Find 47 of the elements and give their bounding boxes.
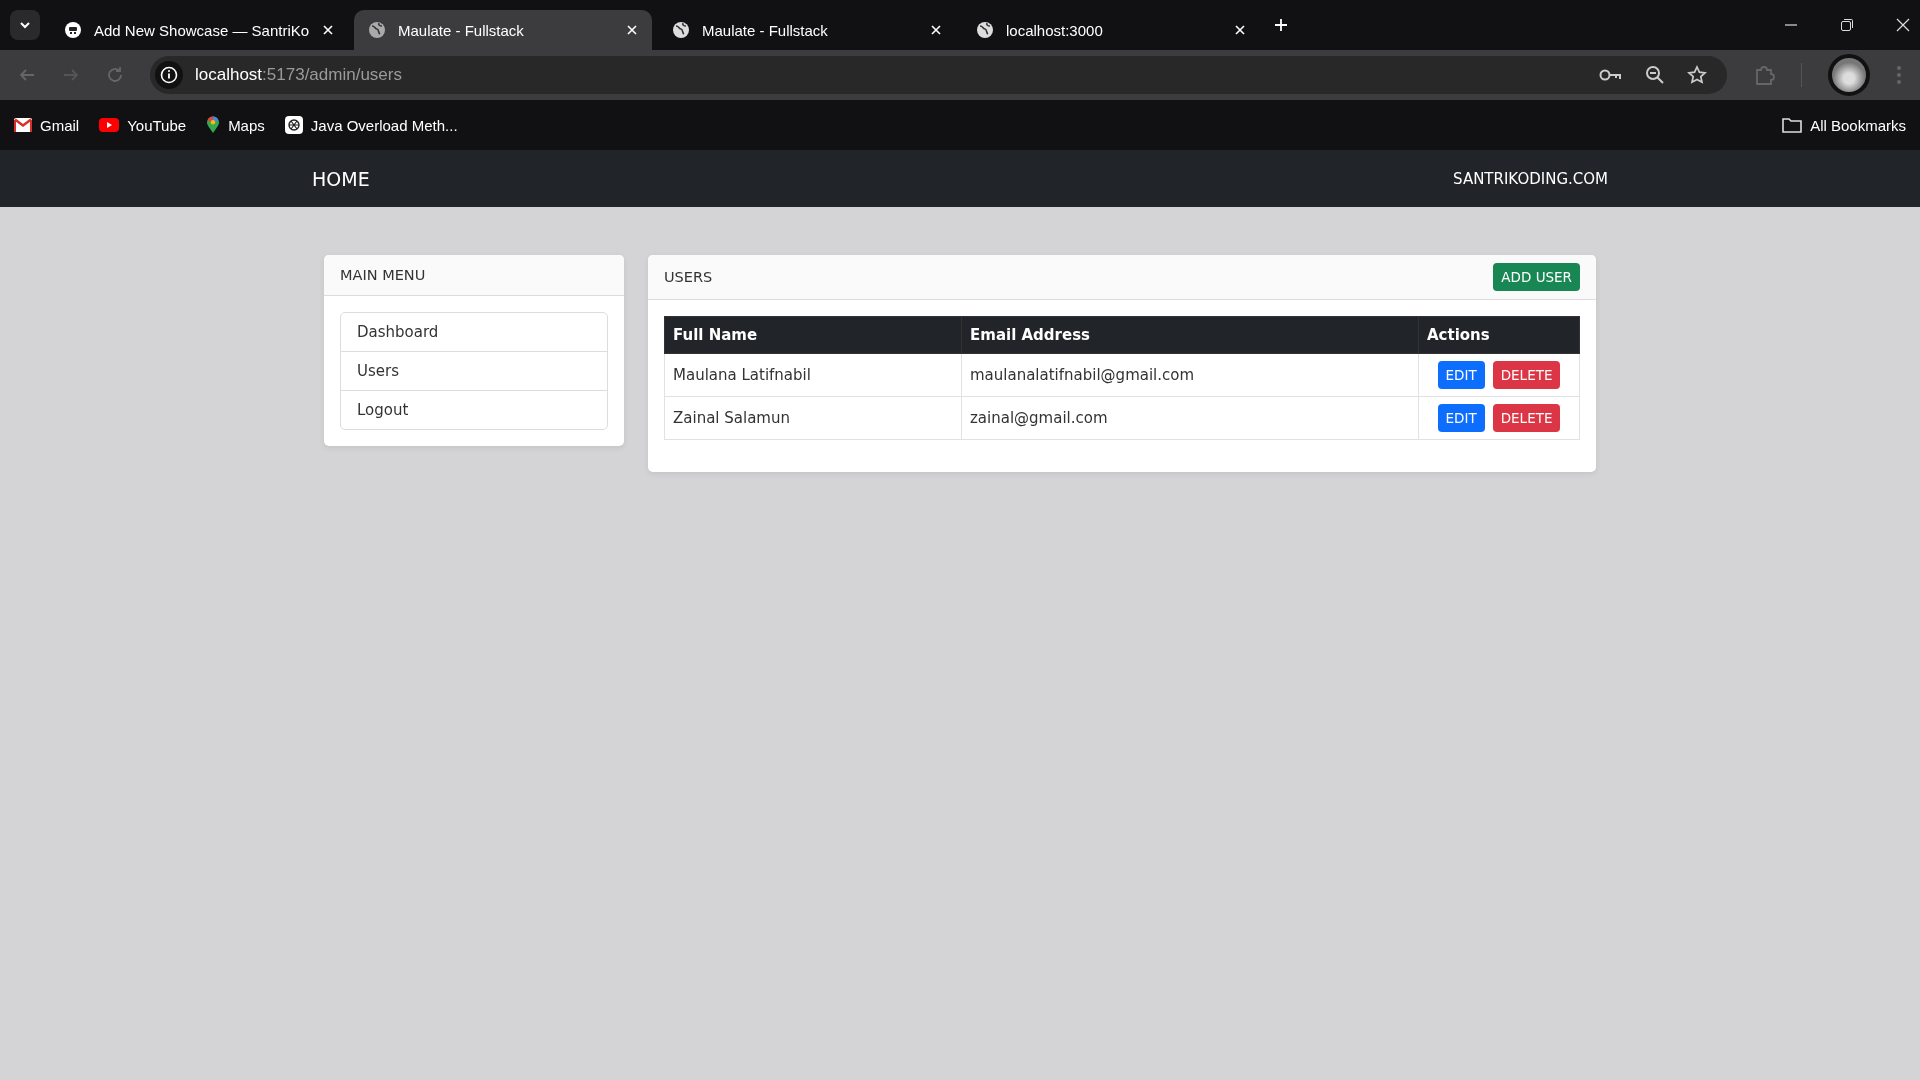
tab-search-button[interactable] xyxy=(10,10,40,40)
bookmark[interactable]: YouTube xyxy=(99,116,187,134)
restore-icon[interactable] xyxy=(1840,18,1854,32)
browser-tab[interactable]: Maulate - Fullstack xyxy=(658,10,956,50)
info-icon[interactable] xyxy=(155,61,183,89)
avatar-icon[interactable] xyxy=(1828,54,1870,96)
browser-tab[interactable]: Maulate - Fullstack xyxy=(354,10,652,50)
chat-icon xyxy=(64,21,82,39)
bookmark[interactable]: Maps xyxy=(206,116,265,134)
edit-button[interactable]: EDIT xyxy=(1437,404,1485,432)
bookmark[interactable]: Java Overload Meth... xyxy=(284,116,458,134)
zoom-out-icon[interactable] xyxy=(1645,65,1665,85)
envelope-icon xyxy=(14,118,32,132)
table-cell: zainal@gmail.com xyxy=(961,396,1419,440)
browser-tab[interactable]: localhost:3000 xyxy=(962,10,1260,50)
brand-link[interactable]: SANTRIKODING.COM xyxy=(1453,169,1608,188)
table-cell: maulanalatifnabil@gmail.com xyxy=(961,353,1419,397)
menu-item[interactable]: Logout xyxy=(341,391,607,429)
play-icon xyxy=(99,118,120,132)
menu-item[interactable]: Users xyxy=(341,352,607,391)
address-bar[interactable]: localhost:5173/admin/users xyxy=(150,56,1727,94)
column-header: Full Name xyxy=(664,316,962,354)
browser-tab[interactable]: Add New Showcase — SantriKo xyxy=(50,10,348,50)
add-user-button[interactable]: ADD USER xyxy=(1493,263,1580,291)
column-header: Actions xyxy=(1418,316,1580,354)
table-cell: Maulana Latifnabil xyxy=(664,353,962,397)
new-tab-icon[interactable] xyxy=(1274,18,1288,32)
menu-item[interactable]: Dashboard xyxy=(341,313,607,352)
map-pin-icon xyxy=(206,116,221,134)
bookmark[interactable]: Gmail xyxy=(14,116,80,134)
home-link[interactable]: HOME xyxy=(312,167,370,190)
globe-icon xyxy=(672,21,690,39)
url-text: localhost:5173/admin/users xyxy=(195,65,402,85)
globe-icon xyxy=(368,21,386,39)
delete-button[interactable]: DELETE xyxy=(1492,404,1561,432)
knot-icon xyxy=(284,116,303,134)
close-icon[interactable] xyxy=(1896,18,1910,32)
column-header: Email Address xyxy=(961,316,1419,354)
star-icon[interactable] xyxy=(1687,65,1707,85)
card-title: USERS xyxy=(664,269,713,285)
table-cell: Zainal Salamun xyxy=(664,396,962,440)
card-title: MAIN MENU xyxy=(340,267,426,283)
globe-icon xyxy=(976,21,994,39)
edit-button[interactable]: EDIT xyxy=(1437,361,1485,389)
folder-icon xyxy=(1782,117,1803,133)
delete-button[interactable]: DELETE xyxy=(1492,361,1561,389)
all-bookmarks-button[interactable]: All Bookmarks xyxy=(1782,116,1906,134)
